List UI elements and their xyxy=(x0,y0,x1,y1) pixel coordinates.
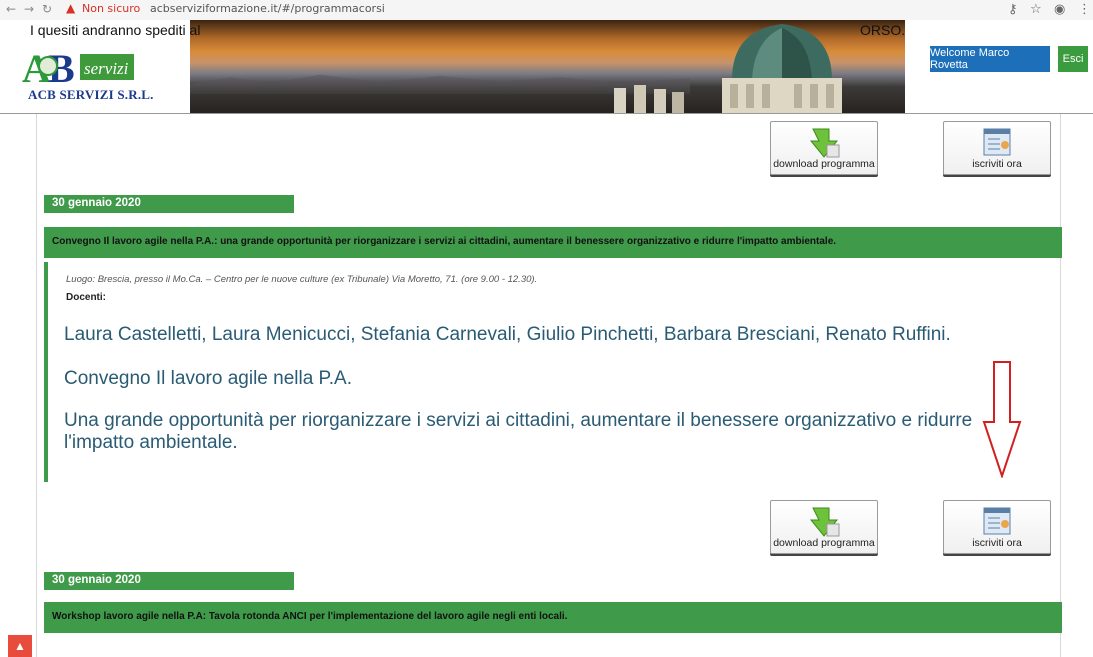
warning-icon: ▲ xyxy=(66,1,76,15)
event-description: Una grande opportunità per riorganizzare… xyxy=(64,410,973,453)
banner-city-buildings xyxy=(614,85,684,113)
download-program-label: download programma xyxy=(773,158,875,170)
url-bar[interactable]: acbserviziformazione.it/#/programmacorsi xyxy=(150,2,385,15)
scroll-to-top-button[interactable]: ▲ xyxy=(8,635,32,657)
event-date-2: 30 gennaio 2020 xyxy=(44,572,294,590)
welcome-user-button[interactable]: Welcome Marco Rovetta xyxy=(930,46,1050,72)
star-icon[interactable]: ☆ xyxy=(1030,2,1042,17)
subscribe-label: iscriviti ora xyxy=(972,537,1022,549)
header-notice: I quesiti andranno spediti al xyxy=(30,22,201,38)
event-title-2[interactable]: Workshop lavoro agile nella P.A: Tavola … xyxy=(44,602,1062,633)
svg-text:servizi: servizi xyxy=(84,59,129,78)
banner-dome xyxy=(722,24,842,113)
download-arrow-icon xyxy=(809,128,840,158)
event-title[interactable]: Convegno Il lavoro agile nella P.A.: una… xyxy=(44,227,1062,258)
security-label[interactable]: Non sicuro xyxy=(82,2,140,15)
download-program-label: download programma xyxy=(773,537,875,549)
registration-form-icon xyxy=(983,128,1011,156)
event-heading: Convegno Il lavoro agile nella P.A. xyxy=(64,368,353,389)
forward-icon[interactable]: → xyxy=(24,2,34,16)
event-date: 30 gennaio 2020 xyxy=(44,195,294,213)
menu-icon[interactable]: ⋮ xyxy=(1078,2,1091,17)
chevron-up-icon: ▲ xyxy=(14,639,26,653)
company-name: ACB SERVIZI S.R.L. xyxy=(28,87,154,102)
logout-button[interactable]: Esci xyxy=(1058,46,1088,72)
subscribe-button-2[interactable]: iscriviti ora xyxy=(943,500,1051,554)
speakers-list: Laura Castelletti, Laura Menicucci, Stef… xyxy=(64,324,951,345)
back-icon[interactable]: ← xyxy=(6,2,16,16)
subscribe-label: iscriviti ora xyxy=(972,158,1022,170)
reload-icon[interactable]: ↻ xyxy=(42,2,52,16)
event-details: Luogo: Brescia, presso il Mo.Ca. – Centr… xyxy=(44,262,1061,482)
header-notice-end: ORSO. xyxy=(860,22,906,38)
registration-form-icon xyxy=(983,507,1011,535)
download-program-button[interactable]: download programma xyxy=(770,121,878,175)
key-icon[interactable]: ⚷ xyxy=(1008,2,1018,17)
event-location: Luogo: Brescia, presso il Mo.Ca. – Centr… xyxy=(66,274,538,285)
download-program-button-2[interactable]: download programma xyxy=(770,500,878,554)
browser-toolbar: ← → ↻ ▲ Non sicuro acbserviziformazione.… xyxy=(0,0,1093,20)
subscribe-button[interactable]: iscriviti ora xyxy=(943,121,1051,175)
download-arrow-icon xyxy=(809,507,840,537)
account-icon[interactable]: ◉ xyxy=(1054,2,1065,17)
red-down-arrow-annotation xyxy=(982,361,1022,478)
docenti-label: Docenti: xyxy=(66,292,106,303)
